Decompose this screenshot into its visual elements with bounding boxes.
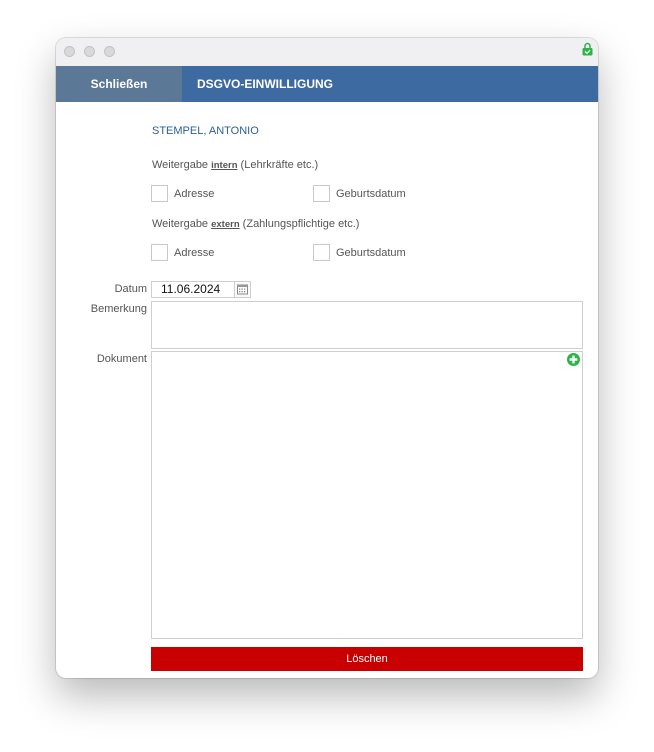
add-icon[interactable] bbox=[567, 353, 580, 366]
page-title: DSGVO-EINWILLIGUNG bbox=[197, 77, 333, 91]
calendar-button[interactable] bbox=[234, 281, 251, 298]
lock-icon bbox=[582, 42, 593, 56]
remark-textarea[interactable] bbox=[151, 301, 583, 349]
section-keyword: extern bbox=[211, 219, 240, 230]
close-window-button[interactable] bbox=[64, 46, 75, 57]
intern-address-checkbox[interactable] bbox=[151, 185, 168, 202]
close-button[interactable]: Schließen bbox=[56, 66, 182, 102]
extern-address-checkbox[interactable] bbox=[151, 244, 168, 261]
zoom-window-button[interactable] bbox=[104, 46, 115, 57]
date-input[interactable]: 11.06.2024 bbox=[151, 281, 235, 298]
delete-button[interactable]: Löschen bbox=[151, 647, 583, 671]
section-suffix: (Lehrkräfte etc.) bbox=[237, 159, 319, 171]
navigation-bar: Schließen DSGVO-EINWILLIGUNG bbox=[56, 66, 598, 102]
extern-birthdate-checkbox[interactable] bbox=[313, 244, 330, 261]
extern-birthdate-label: Geburtsdatum bbox=[336, 247, 406, 259]
calendar-icon bbox=[237, 284, 248, 295]
dialog-window: Schließen DSGVO-EINWILLIGUNG STEMPEL, AN… bbox=[56, 38, 598, 678]
document-area[interactable] bbox=[151, 351, 583, 639]
date-label: Datum bbox=[114, 283, 147, 295]
section-suffix: (Zahlungspflichtige etc.) bbox=[239, 218, 360, 230]
minimize-window-button[interactable] bbox=[84, 46, 95, 57]
intern-birthdate-label: Geburtsdatum bbox=[336, 188, 406, 200]
form-content: STEMPEL, ANTONIO Weitergabe intern (Lehr… bbox=[56, 102, 598, 678]
document-label: Dokument bbox=[96, 353, 147, 365]
extern-address-label: Adresse bbox=[174, 247, 215, 259]
section-prefix: Weitergabe bbox=[152, 159, 212, 171]
person-name: STEMPEL, ANTONIO bbox=[152, 125, 259, 137]
section-keyword: intern bbox=[211, 160, 238, 171]
section-prefix: Weitergabe bbox=[152, 218, 212, 230]
intern-address-label: Adresse bbox=[174, 188, 215, 200]
title-bar bbox=[56, 38, 598, 67]
section-title-extern: Weitergabe extern (Zahlungspflichtige et… bbox=[152, 218, 359, 230]
section-title-intern: Weitergabe intern (Lehrkräfte etc.) bbox=[152, 159, 318, 171]
remark-label: Bemerkung bbox=[90, 303, 147, 315]
intern-birthdate-checkbox[interactable] bbox=[313, 185, 330, 202]
